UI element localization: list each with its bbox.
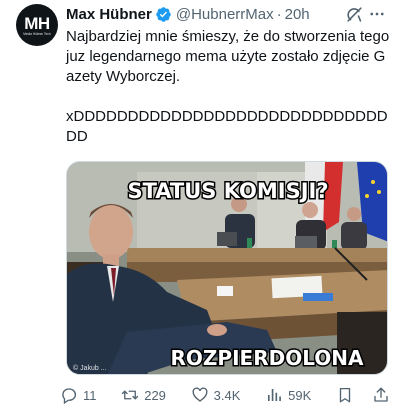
share-group [336,386,390,404]
tweet-action-bar: 11 229 3.4K 59K [60,383,390,407]
views-count: 59K [288,387,312,403]
separator-dot: · [276,5,282,23]
avatar-subtext: Media Hübner Tech [23,31,51,36]
share-button[interactable] [372,386,390,404]
views-icon [268,389,282,401]
tweet-media-image[interactable]: STATUS KOMISJI? ROZPIERDOLONA © Jakub ..… [66,161,388,375]
repost-count: 229 [144,387,166,403]
reply-button[interactable]: 11 [60,386,97,404]
author-name[interactable]: Max Hübner [66,6,152,23]
views-button[interactable]: 59K [265,386,311,404]
meme-caption-top: STATUS KOMISJI? [127,179,328,203]
tweet-timestamp[interactable]: 20h [285,6,310,23]
tweet-header: Max Hübner @HubnerrMax · 20h [66,4,388,24]
more-icon[interactable] [368,5,386,23]
repost-button[interactable]: 229 [121,386,166,404]
verified-badge-icon [156,6,171,22]
repost-icon [122,390,139,400]
bookmark-icon [339,387,351,403]
bookmark-button[interactable] [336,386,354,404]
image-watermark: © Jakub ... [73,364,107,372]
tweet-text: Najbardziej mnie śmieszy, że do stworzen… [66,28,390,145]
like-icon [192,387,208,402]
reply-count: 11 [83,387,97,403]
share-icon [374,387,388,402]
avatar[interactable]: MH Media Hübner Tech [16,4,58,46]
avatar-monogram: MH [24,13,50,33]
grok-icon[interactable] [345,5,364,24]
like-count: 3.4K [213,387,241,403]
like-button[interactable]: 3.4K [191,386,241,404]
author-handle[interactable]: @HubnerrMax [176,6,274,23]
meme-caption-bottom: ROZPIERDOLONA [171,346,364,370]
reply-icon [62,388,77,404]
